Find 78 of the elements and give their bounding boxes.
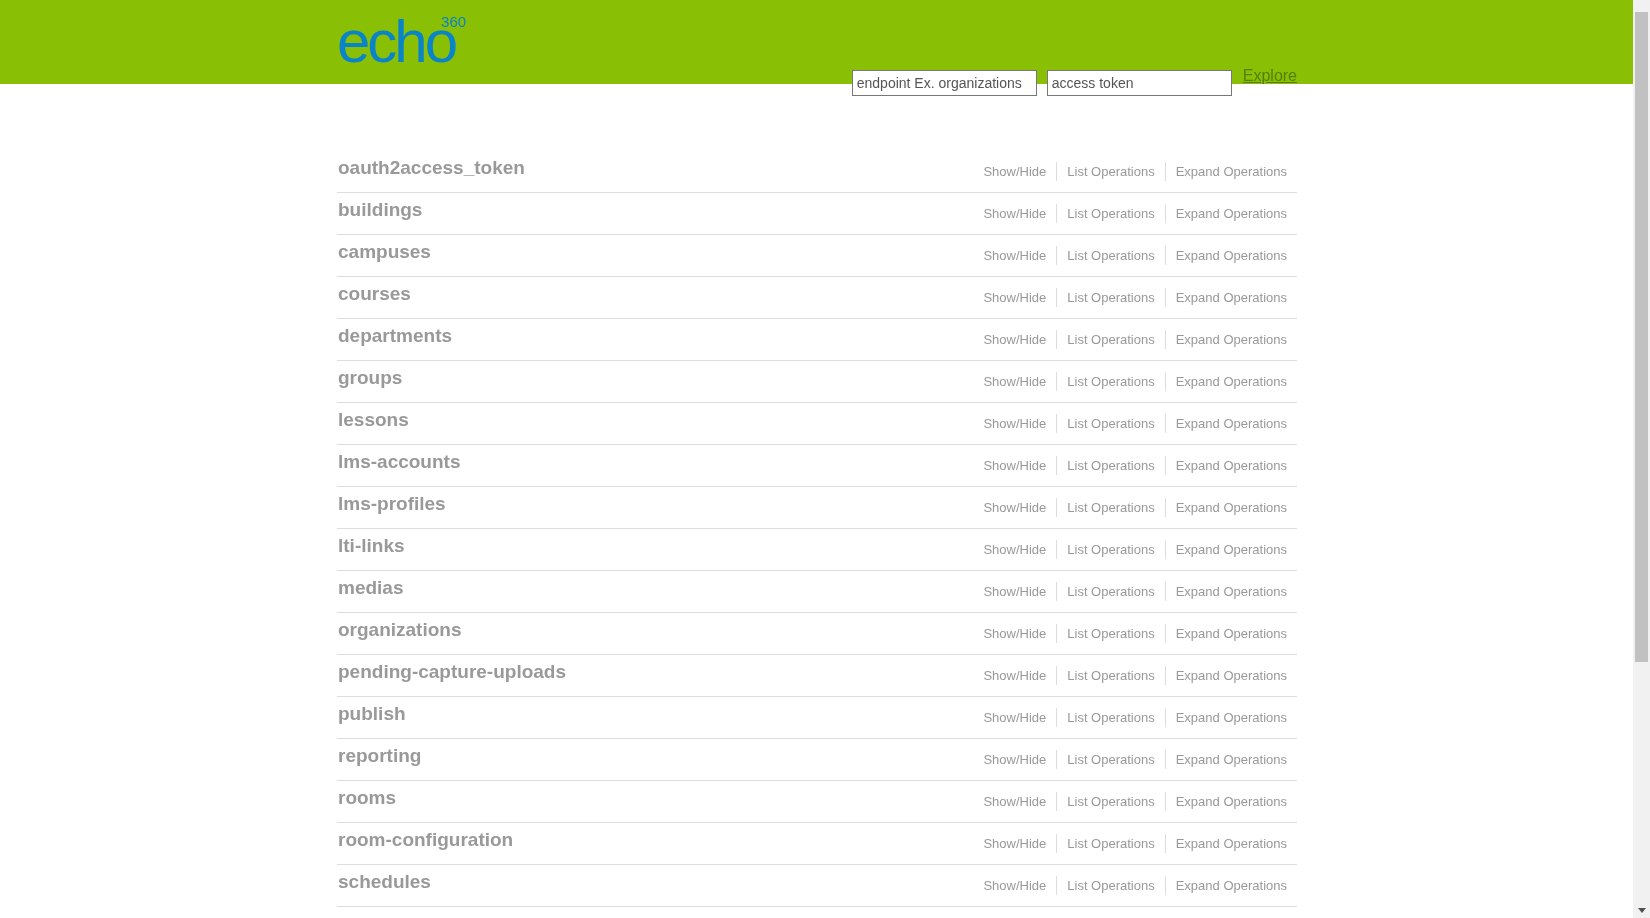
operation-link[interactable]: Expand Operations bbox=[1164, 749, 1287, 770]
resource-title[interactable]: pending-capture-uploads bbox=[338, 658, 566, 687]
operation-link[interactable]: Expand Operations bbox=[1164, 245, 1287, 266]
operation-link[interactable]: Show/Hide bbox=[973, 413, 1057, 434]
operation-link[interactable]: List Operations bbox=[1056, 371, 1165, 392]
operation-link[interactable]: Show/Hide bbox=[973, 455, 1057, 476]
operation-link[interactable]: Show/Hide bbox=[973, 497, 1057, 518]
resource-title[interactable]: courses bbox=[338, 280, 411, 309]
operation-link[interactable]: Show/Hide bbox=[973, 791, 1057, 812]
operation-link[interactable]: List Operations bbox=[1056, 623, 1165, 644]
operation-link[interactable]: Show/Hide bbox=[973, 371, 1057, 392]
operation-link[interactable]: List Operations bbox=[1056, 707, 1165, 728]
resource-title[interactable]: campuses bbox=[338, 238, 431, 267]
resource-title[interactable]: departments bbox=[338, 322, 453, 351]
operation-link[interactable]: Show/Hide bbox=[973, 581, 1057, 602]
operation-link[interactable]: Expand Operations bbox=[1164, 791, 1287, 812]
endpoint-input[interactable]: endpoint Ex. organizations bbox=[851, 70, 1037, 96]
operation-link[interactable]: List Operations bbox=[1056, 833, 1165, 854]
operation-link[interactable]: Show/Hide bbox=[973, 203, 1057, 224]
resource-title[interactable]: medias bbox=[338, 574, 404, 603]
operation-link[interactable]: Expand Operations bbox=[1164, 581, 1287, 602]
operation-link[interactable]: List Operations bbox=[1056, 161, 1165, 182]
resource-title[interactable]: lms-accounts bbox=[338, 448, 461, 477]
resource-title[interactable]: publish bbox=[338, 700, 406, 729]
operation-link[interactable]: List Operations bbox=[1056, 203, 1165, 224]
operation-link[interactable]: List Operations bbox=[1056, 245, 1165, 266]
operation-link[interactable]: Show/Hide bbox=[973, 749, 1057, 770]
resource-title[interactable]: lessons bbox=[338, 406, 409, 435]
resource-title[interactable]: buildings bbox=[338, 196, 423, 225]
resource-title[interactable]: lti-links bbox=[338, 532, 405, 561]
resource-title[interactable]: room-configuration bbox=[338, 826, 514, 855]
resource-title[interactable]: reporting bbox=[338, 742, 422, 771]
operation-link[interactable]: Show/Hide bbox=[973, 623, 1057, 644]
operation-link[interactable]: List Operations bbox=[1056, 791, 1165, 812]
operation-link[interactable]: Expand Operations bbox=[1164, 203, 1287, 224]
operation-link[interactable]: Expand Operations bbox=[1164, 287, 1287, 308]
operation-link[interactable]: Show/Hide bbox=[973, 539, 1057, 560]
operation-link[interactable]: List Operations bbox=[1056, 665, 1165, 686]
operation-link[interactable]: Expand Operations bbox=[1164, 161, 1287, 182]
operation-link[interactable]: Expand Operations bbox=[1164, 833, 1287, 854]
resource-title[interactable]: groups bbox=[338, 364, 403, 393]
operation-link[interactable]: Show/Hide bbox=[973, 833, 1057, 854]
operation-link[interactable]: Expand Operations bbox=[1164, 329, 1287, 350]
operation-link[interactable]: List Operations bbox=[1056, 329, 1165, 350]
resource-title[interactable]: organizations bbox=[338, 616, 462, 645]
resource-title[interactable]: oauth2access_token bbox=[338, 154, 525, 183]
operation-link[interactable]: Show/Hide bbox=[973, 329, 1057, 350]
operation-link[interactable]: Show/Hide bbox=[973, 287, 1057, 308]
operation-link[interactable]: List Operations bbox=[1056, 413, 1165, 434]
operation-link[interactable]: List Operations bbox=[1056, 875, 1165, 896]
operation-link[interactable]: Expand Operations bbox=[1164, 707, 1287, 728]
operation-link[interactable]: Expand Operations bbox=[1164, 371, 1287, 392]
operation-link[interactable]: Show/Hide bbox=[973, 875, 1057, 896]
resource-title[interactable]: schedules bbox=[338, 868, 431, 897]
scrollbar[interactable] bbox=[1633, 0, 1650, 918]
operation-link[interactable]: Expand Operations bbox=[1164, 497, 1287, 518]
operation-link[interactable]: List Operations bbox=[1056, 749, 1165, 770]
operation-link[interactable]: Expand Operations bbox=[1164, 875, 1287, 896]
scroll-down-icon[interactable] bbox=[1637, 908, 1646, 913]
operation-link[interactable]: Show/Hide bbox=[973, 161, 1057, 182]
operation-link[interactable]: Expand Operations bbox=[1164, 413, 1287, 434]
resource-title[interactable]: rooms bbox=[338, 784, 397, 813]
operation-link[interactable]: Show/Hide bbox=[973, 707, 1057, 728]
operation-link[interactable]: List Operations bbox=[1056, 455, 1165, 476]
operation-link[interactable]: Expand Operations bbox=[1164, 455, 1287, 476]
operation-link[interactable]: Expand Operations bbox=[1164, 665, 1287, 686]
operation-link[interactable]: List Operations bbox=[1056, 497, 1165, 518]
operation-link[interactable]: Expand Operations bbox=[1164, 623, 1287, 644]
operation-link[interactable]: List Operations bbox=[1056, 539, 1165, 560]
operation-link[interactable]: List Operations bbox=[1056, 287, 1165, 308]
explore-link[interactable]: Explore bbox=[1242, 64, 1297, 88]
resource-title[interactable]: lms-profiles bbox=[338, 490, 446, 519]
operation-link[interactable]: Show/Hide bbox=[973, 245, 1057, 266]
operation-link[interactable]: List Operations bbox=[1056, 581, 1165, 602]
token-input[interactable]: access token bbox=[1046, 70, 1232, 96]
operation-link[interactable]: Expand Operations bbox=[1164, 539, 1287, 560]
scrollbar-thumb[interactable] bbox=[1635, 12, 1648, 662]
operation-link[interactable]: Show/Hide bbox=[973, 665, 1057, 686]
